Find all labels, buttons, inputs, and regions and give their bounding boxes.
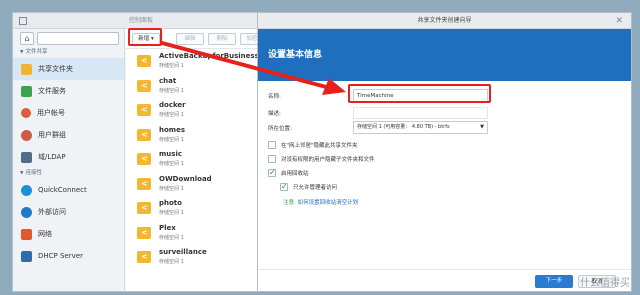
annotation-arrow [160,41,346,95]
watermark: 什么值得买 [580,278,630,289]
